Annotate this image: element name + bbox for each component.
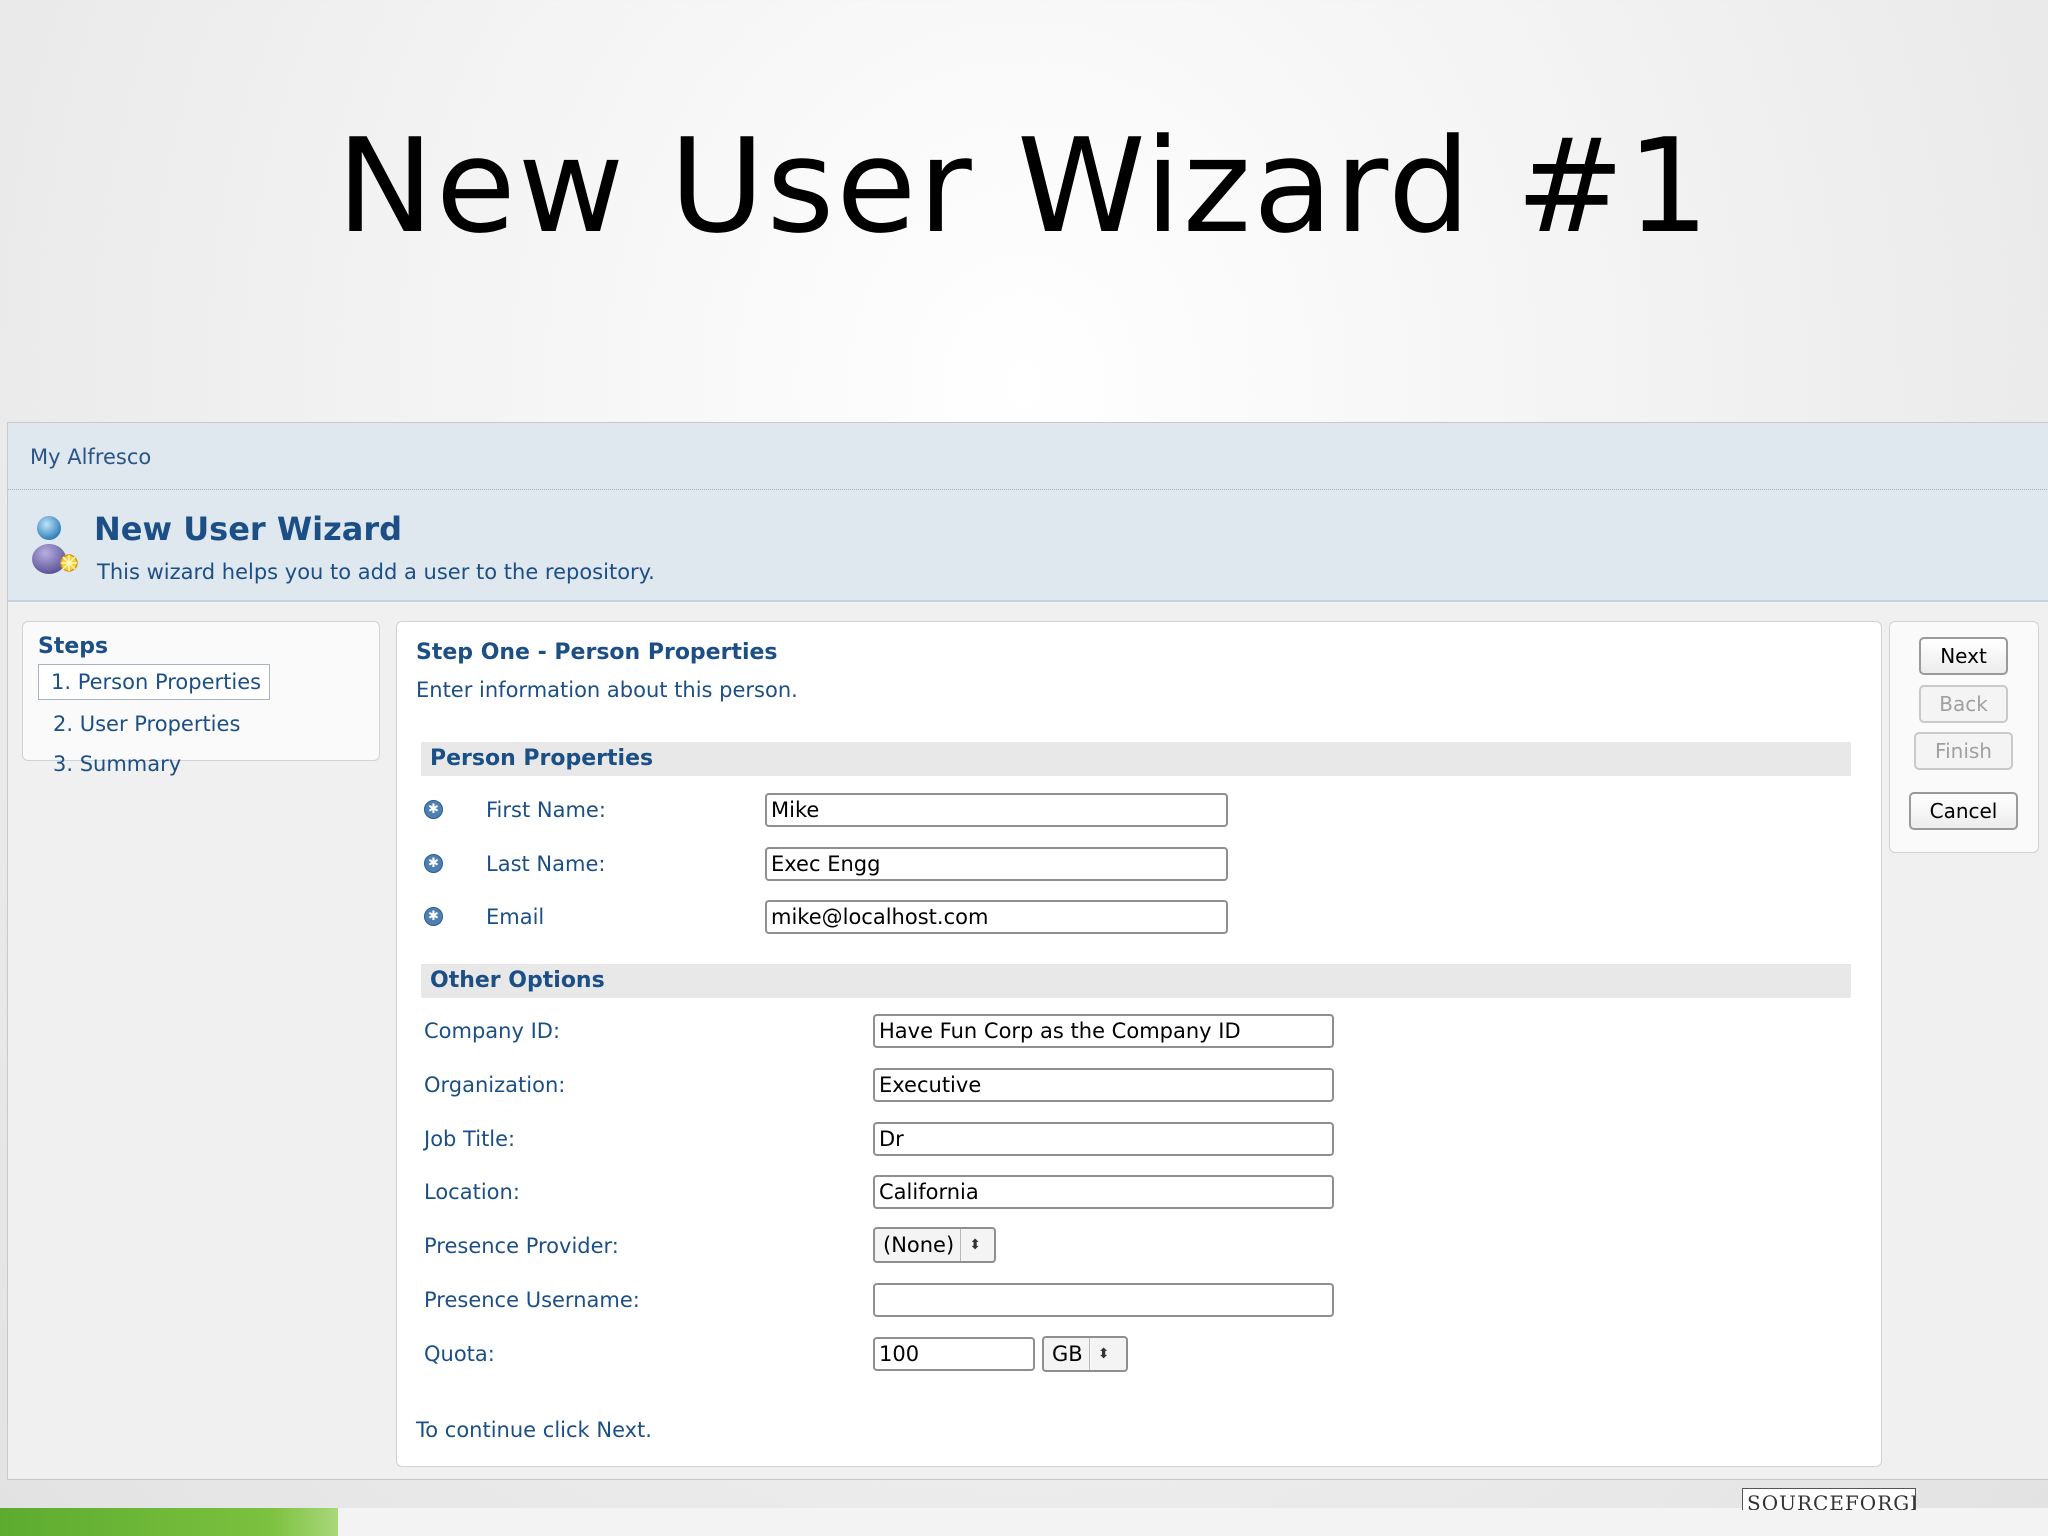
sourceforge-logo: SOURCEFORGE (1742, 1488, 1916, 1510)
location-label: Location: (424, 1180, 520, 1204)
button-panel: Next Back Finish Cancel (1889, 621, 2039, 853)
last-name-input[interactable] (765, 847, 1228, 881)
required-icon: ✱ (424, 854, 443, 873)
location-input[interactable] (873, 1175, 1334, 1209)
wizard-description: This wizard helps you to add a user to t… (97, 560, 655, 584)
my-alfresco-link[interactable]: My Alfresco (30, 445, 151, 469)
email-input[interactable] (765, 900, 1228, 934)
job-title-input[interactable] (873, 1122, 1334, 1156)
cancel-button[interactable]: Cancel (1909, 792, 2018, 830)
continue-hint: To continue click Next. (416, 1418, 652, 1442)
job-title-label: Job Title: (424, 1127, 516, 1151)
other-options-heading: Other Options (430, 968, 605, 993)
top-nav-bar: My Alfresco (8, 423, 2048, 490)
slide-title: New User Wizard #1 (336, 110, 1712, 262)
presence-provider-label: Presence Provider: (424, 1234, 619, 1258)
presence-username-input[interactable] (873, 1283, 1334, 1317)
company-id-input[interactable] (873, 1014, 1334, 1048)
presence-provider-select[interactable]: (None) ⬍ (873, 1227, 996, 1263)
finish-button[interactable]: Finish (1914, 732, 2013, 770)
presence-username-label: Presence Username: (424, 1288, 640, 1312)
email-label: Email (486, 905, 545, 929)
wizard-title: New User Wizard (94, 510, 403, 548)
quota-input[interactable] (873, 1337, 1035, 1371)
person-properties-heading: Person Properties (430, 746, 654, 771)
steps-title: Steps (38, 634, 109, 659)
last-name-label: Last Name: (486, 852, 606, 876)
step-summary[interactable]: 3. Summary (53, 752, 181, 776)
first-name-input[interactable] (765, 793, 1228, 827)
presence-provider-value: (None) (883, 1233, 955, 1257)
green-accent-bar (0, 1508, 338, 1536)
organization-label: Organization: (424, 1073, 566, 1097)
step-user-properties[interactable]: 2. User Properties (53, 712, 240, 736)
quota-label: Quota: (424, 1342, 495, 1366)
person-properties-section: Person Properties (421, 742, 1851, 776)
wizard-content-panel: Step One - Person Properties Enter infor… (396, 621, 1882, 1467)
updown-arrows-icon: ⬍ (1088, 1338, 1109, 1370)
step-person-properties[interactable]: 1. Person Properties (38, 664, 271, 700)
required-icon: ✱ (424, 907, 443, 926)
first-name-label: First Name: (486, 798, 606, 822)
alfresco-window: My Alfresco New User Wizard This wizard … (7, 422, 2048, 1480)
step-title: Step One - Person Properties (416, 640, 778, 665)
user-add-icon (32, 516, 78, 574)
organization-input[interactable] (873, 1068, 1334, 1102)
wizard-header: New User Wizard This wizard helps you to… (8, 490, 2048, 602)
steps-panel: Steps 1. Person Properties 2. User Prope… (22, 621, 380, 776)
other-options-section: Other Options (421, 964, 1851, 998)
back-button[interactable]: Back (1919, 685, 2008, 723)
next-button[interactable]: Next (1919, 637, 2008, 675)
quota-unit-select[interactable]: GB ⬍ (1042, 1336, 1128, 1372)
updown-arrows-icon: ⬍ (960, 1229, 981, 1261)
quota-unit-value: GB (1052, 1342, 1083, 1366)
required-icon: ✱ (424, 800, 443, 819)
company-id-label: Company ID: (424, 1019, 561, 1043)
step-description: Enter information about this person. (416, 678, 798, 702)
